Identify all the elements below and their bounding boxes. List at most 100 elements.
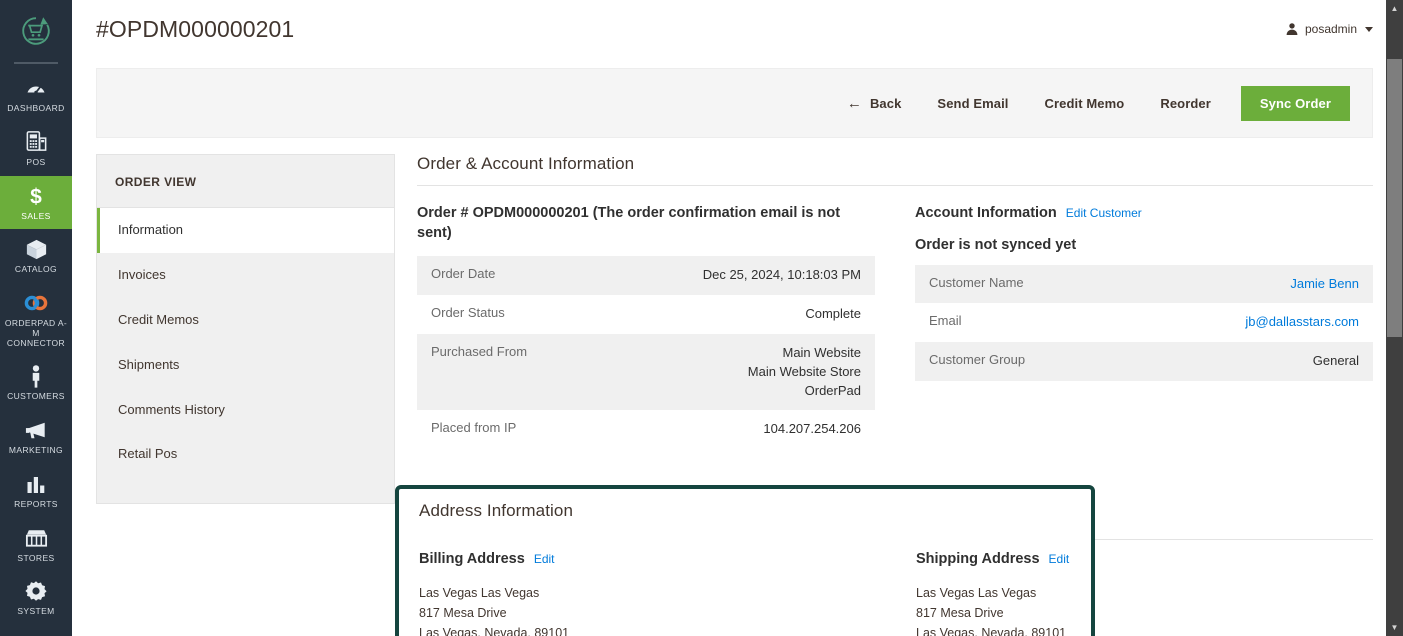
send-email-button[interactable]: Send Email (919, 88, 1026, 119)
shipping-address-heading: Shipping Address (916, 551, 1040, 568)
account-information-heading-row: Account Information Edit Customer (915, 204, 1373, 224)
page-scrollbar[interactable]: ▲ ▼ (1386, 0, 1403, 636)
order-view-panel: ORDER VIEW Information Invoices Credit M… (96, 154, 395, 504)
order-view-title: ORDER VIEW (97, 155, 394, 208)
bar-chart-icon (23, 471, 49, 497)
sync-status-text: Order is not synced yet (915, 236, 1077, 253)
sidebar-item-dashboard[interactable]: DASHBOARD (0, 68, 72, 122)
order-view-item-shipments[interactable]: Shipments (97, 343, 394, 388)
dollar-sign-icon: $ (23, 183, 49, 209)
sync-order-button[interactable]: Sync Order (1240, 85, 1350, 121)
row-label: Purchased From (431, 343, 528, 359)
order-view-item-information[interactable]: Information (97, 208, 394, 253)
address-line: 817 Mesa Drive (419, 606, 507, 620)
sidebar-item-label: ORDERPAD A-M CONNECTOR (4, 318, 68, 348)
account-information-table: Customer Name Jamie Benn Email jb@dallas… (915, 264, 1373, 382)
customer-email-link[interactable]: jb@dallasstars.com (1245, 314, 1359, 329)
sync-order-button-label: Sync Order (1259, 95, 1331, 111)
account-information-heading: Account Information (915, 205, 1057, 221)
megaphone-icon (23, 417, 49, 443)
table-row: Customer Group General (915, 342, 1373, 382)
order-view-item-label: Credit Memos (118, 311, 199, 327)
order-account-columns: Order # OPDM000000201 (The order confirm… (417, 204, 1373, 450)
edit-billing-address-link[interactable]: Edit (534, 551, 555, 567)
sidebar-item-label: POS (26, 156, 46, 167)
pos-terminal-icon (23, 129, 49, 155)
order-view-item-comments-history[interactable]: Comments History (97, 388, 394, 433)
credit-memo-button-label: Credit Memo (1044, 95, 1125, 111)
shipping-address-lines: Las Vegas Las Vegas 817 Mesa Drive Las V… (916, 583, 1373, 636)
scrollbar-track[interactable] (1386, 17, 1403, 619)
order-view-item-invoices[interactable]: Invoices (97, 253, 394, 298)
admin-page: DASHBOARD POS $ SALES CATALOG ORDERPAD A… (0, 0, 1403, 636)
row-value: Main Website Main Website Store OrderPad (747, 344, 861, 398)
sidebar-item-customers[interactable]: CUSTOMERS (0, 356, 72, 410)
storefront-icon (23, 525, 49, 551)
linked-rings-icon (23, 290, 49, 316)
sidebar-item-label: CATALOG (14, 264, 58, 275)
sidebar-item-system[interactable]: SYSTEM (0, 571, 72, 625)
address-line: Las Vegas Las Vegas (419, 585, 540, 600)
address-columns: Billing Address Edit Las Vegas Las Vegas… (419, 550, 1373, 636)
order-account-section-title: Order & Account Information (417, 154, 1373, 186)
catalog-box-icon (23, 236, 49, 262)
edit-customer-link[interactable]: Edit Customer (1066, 205, 1142, 221)
chevron-down-icon (1365, 26, 1373, 32)
row-value: Jamie Benn (1129, 265, 1373, 304)
sidebar-item-label: SALES (21, 210, 51, 221)
scroll-up-arrow-icon[interactable]: ▲ (1386, 0, 1403, 17)
address-information-section: Address Information Billing Address Edit… (395, 485, 1373, 636)
admin-sidebar: DASHBOARD POS $ SALES CATALOG ORDERPAD A… (0, 0, 72, 636)
orderpad-cart-logo-icon[interactable] (0, 0, 72, 56)
order-view-item-credit-memos[interactable]: Credit Memos (97, 298, 394, 343)
credit-memo-button[interactable]: Credit Memo (1027, 88, 1143, 119)
row-label: Customer Name (929, 274, 1024, 290)
shipping-address-block: Shipping Address Edit Las Vegas Las Vega… (916, 550, 1373, 636)
edit-shipping-address-link[interactable]: Edit (1049, 551, 1070, 567)
table-row: Order Status Complete (417, 294, 875, 334)
order-heading: Order # OPDM000000201 (The order confirm… (417, 205, 841, 241)
row-value: jb@dallasstars.com (1129, 303, 1373, 342)
address-line: 817 Mesa Drive (916, 606, 1004, 620)
order-information-table: Order Date Dec 25, 2024, 10:18:03 PM Ord… (417, 256, 875, 450)
page-actions-bar: ← Back Send Email Credit Memo Reorder Sy… (96, 68, 1373, 138)
user-menu[interactable]: posadmin (1285, 16, 1373, 36)
sidebar-item-label: STORES (17, 552, 55, 563)
row-label: Placed from IP (431, 420, 517, 436)
sidebar-item-pos[interactable]: POS (0, 122, 72, 176)
row-value: Dec 25, 2024, 10:18:03 PM (702, 267, 861, 283)
order-view-item-label: Invoices (118, 266, 166, 282)
reorder-button[interactable]: Reorder (1142, 88, 1229, 119)
scroll-down-arrow-icon[interactable]: ▼ (1386, 619, 1403, 636)
account-information-column: Account Information Edit Customer Order … (915, 204, 1373, 449)
order-information-section: Order & Account Information Order # OPDM… (395, 154, 1373, 636)
table-row: Purchased From Main Website Main Website… (417, 333, 875, 411)
user-avatar-icon (1285, 22, 1299, 36)
order-view-item-label: Shipments (118, 356, 180, 372)
table-row: Placed from IP 104.207.254.206 (417, 410, 875, 450)
sidebar-item-label: REPORTS (14, 498, 58, 509)
sidebar-item-marketing[interactable]: MARKETING (0, 410, 72, 464)
order-view-item-retail-pos[interactable]: Retail Pos (97, 432, 394, 477)
order-view-item-label: Information (118, 222, 184, 237)
row-value: Complete (805, 305, 861, 321)
row-label: Customer Group (929, 352, 1026, 368)
scrollbar-thumb[interactable] (1387, 59, 1402, 337)
customers-person-icon (23, 363, 49, 389)
address-line: Las Vegas, Nevada, 89101 (916, 626, 1067, 636)
row-value: General (1312, 353, 1359, 369)
back-button[interactable]: ← Back (829, 88, 920, 119)
sidebar-item-sales[interactable]: $ SALES (0, 175, 72, 230)
sidebar-item-reports[interactable]: REPORTS (0, 464, 72, 518)
sidebar-item-catalog[interactable]: CATALOG (0, 229, 72, 283)
send-email-button-label: Send Email (937, 95, 1009, 111)
order-content-row: ORDER VIEW Information Invoices Credit M… (96, 154, 1373, 636)
shipping-address-heading-row: Shipping Address Edit (916, 550, 1373, 570)
sidebar-item-orderpad-am-connector[interactable]: ORDERPAD A-M CONNECTOR (0, 283, 72, 356)
billing-address-lines: Las Vegas Las Vegas 817 Mesa Drive Las V… (419, 583, 876, 636)
reorder-button-label: Reorder (1160, 95, 1211, 111)
sidebar-item-label: MARKETING (8, 445, 64, 456)
customer-name-link[interactable]: Jamie Benn (1290, 276, 1359, 291)
order-information-column: Order # OPDM000000201 (The order confirm… (417, 204, 875, 450)
sidebar-item-stores[interactable]: STORES (0, 518, 72, 572)
